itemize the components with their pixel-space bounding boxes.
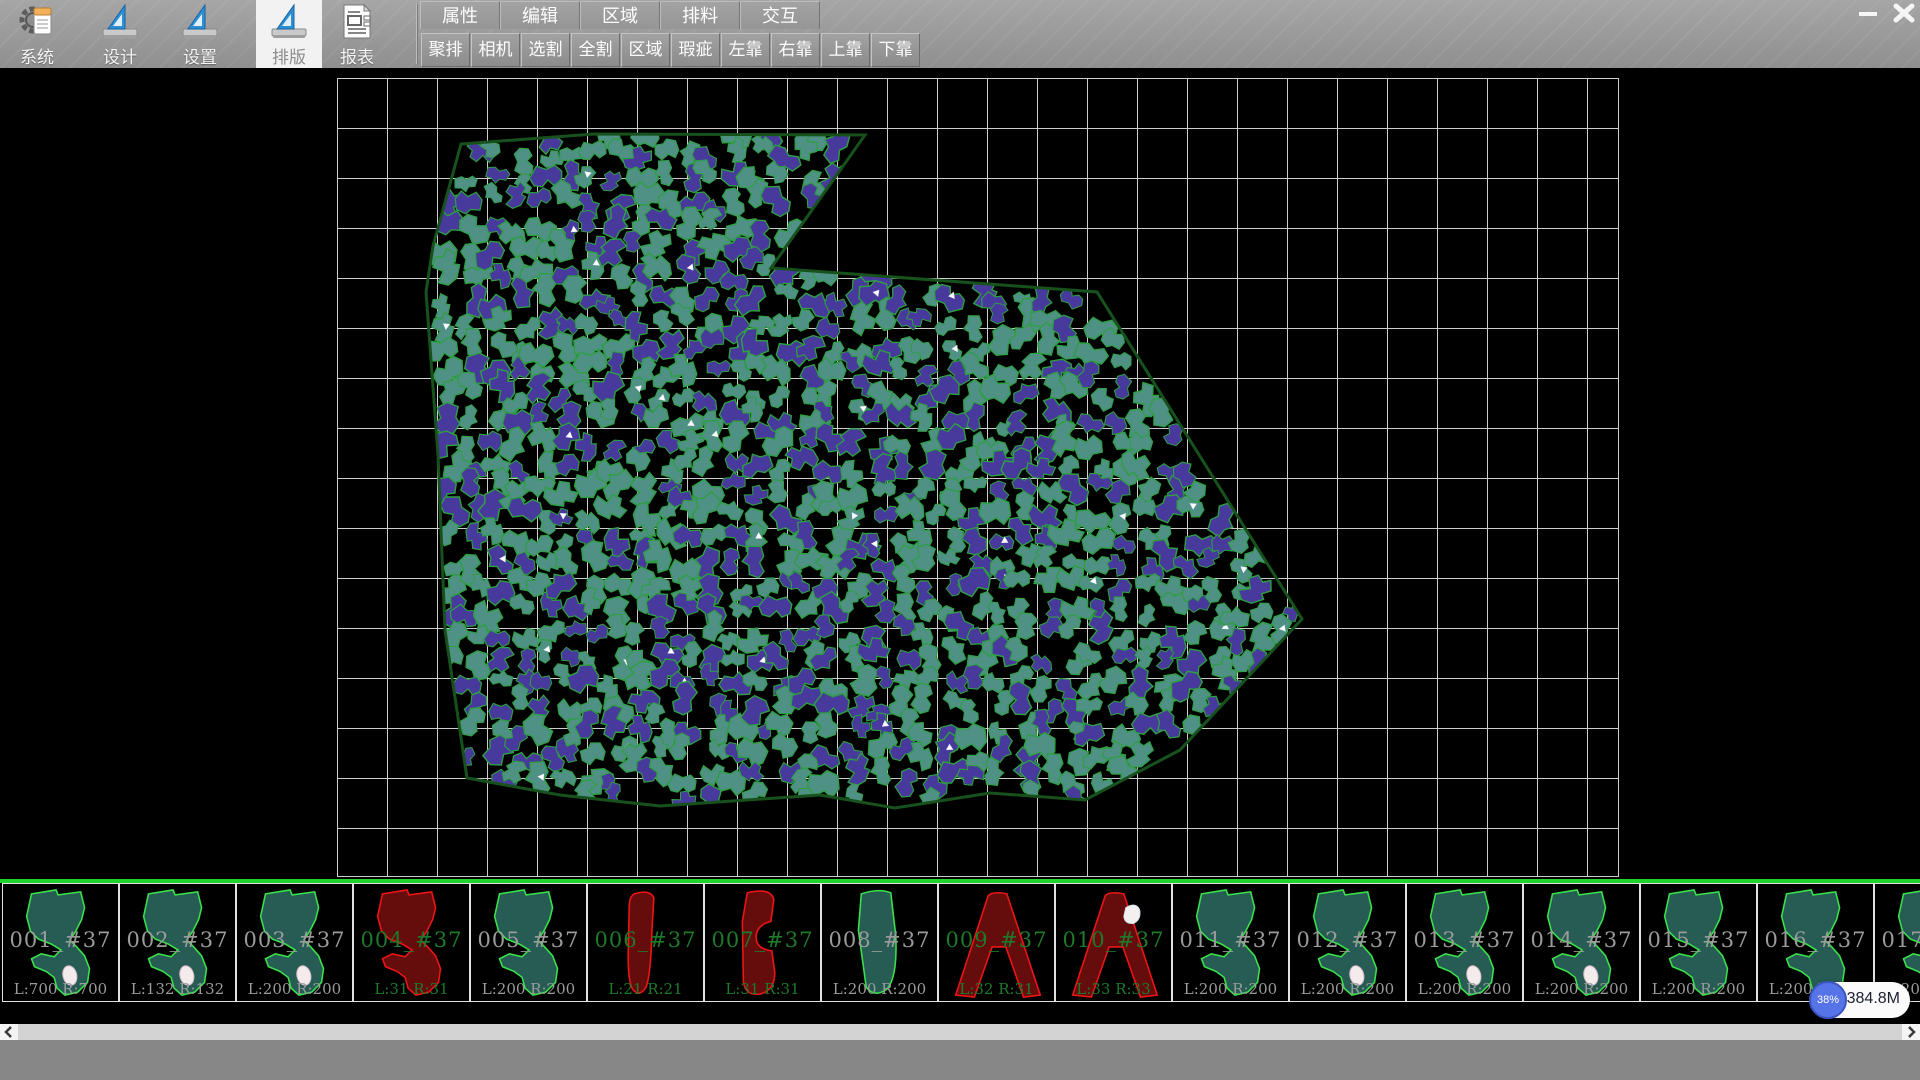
part-name: 011_#37	[1173, 928, 1288, 952]
nav-nesting[interactable]: 排版	[256, 0, 322, 68]
part-thumbnail-014_#37[interactable]: 014_#37 L:200 R:200	[1523, 883, 1640, 1002]
design-setsquare-icon	[87, 2, 153, 42]
leather-hide-nesting[interactable]	[0, 70, 1920, 879]
part-name: 006_#37	[588, 928, 703, 952]
part-name: 017_#37	[1875, 928, 1920, 952]
part-name: 012_#37	[1290, 928, 1405, 952]
tool-row: 聚排相机选割全割区域瑕疵左靠右靠上靠下靠	[421, 33, 921, 67]
nav-settings[interactable]: 设置	[167, 0, 233, 68]
system-gear-icon	[4, 2, 70, 42]
tool-region[interactable]: 区域	[621, 33, 670, 67]
progress-pill: 38% 384.8M	[1810, 982, 1910, 1018]
scroll-left-button[interactable]	[0, 1024, 18, 1040]
part-thumbnail-011_#37[interactable]: 011_#37 L:200 R:200	[1172, 883, 1289, 1002]
part-name: 003_#37	[237, 928, 352, 952]
part-lr-count: L:200 R:200	[1173, 980, 1288, 998]
toolbar-separator	[416, 4, 417, 64]
part-thumbnail-004_#37[interactable]: 004_#37 L:31 R:31	[353, 883, 470, 1002]
part-lr-count: L:700 R:700	[3, 980, 118, 998]
part-thumbnail-008_#37[interactable]: 008_#37 L:200 R:200	[821, 883, 938, 1002]
nav-label-settings: 设置	[167, 43, 233, 68]
part-thumbnail-001_#37[interactable]: 001_#37 L:700 R:700	[2, 883, 119, 1002]
part-name: 004_#37	[354, 928, 469, 952]
part-thumbnail-015_#37[interactable]: 015_#37 L:200 R:200	[1640, 883, 1757, 1002]
tool-align-left[interactable]: 左靠	[721, 33, 770, 67]
parts-scrollbar[interactable]	[0, 1024, 1920, 1040]
nav-system[interactable]: 系统	[4, 0, 70, 68]
menu-item-interact[interactable]: 交互	[740, 1, 820, 29]
nav-label-report: 报表	[324, 43, 390, 68]
memory-usage-label: 384.8M	[1847, 990, 1900, 1008]
menu-item-region[interactable]: 区域	[580, 1, 660, 29]
part-lr-count: L:200 R:200	[1524, 980, 1639, 998]
chevron-left-icon	[0, 1024, 18, 1040]
report-document-icon	[324, 2, 390, 42]
close-icon	[1888, 3, 1920, 23]
part-lr-count: L:32 R:31	[939, 980, 1054, 998]
tool-align-top[interactable]: 上靠	[821, 33, 870, 67]
tool-align-bottom[interactable]: 下靠	[871, 33, 920, 67]
part-thumbnail-010_#37[interactable]: 010_#37 L:33 R:33	[1055, 883, 1172, 1002]
part-name: 013_#37	[1407, 928, 1522, 952]
status-band	[0, 1040, 1920, 1080]
part-name: 014_#37	[1524, 928, 1639, 952]
part-lr-count: L:31 R:31	[354, 980, 469, 998]
nav-design[interactable]: 设计	[87, 0, 153, 68]
scroll-right-button[interactable]	[1902, 1024, 1920, 1040]
top-toolbar: 系统 设计 设置 排版	[0, 0, 1920, 70]
part-name: 009_#37	[939, 928, 1054, 952]
part-thumbnail-003_#37[interactable]: 003_#37 L:200 R:200	[236, 883, 353, 1002]
settings-setsquare-icon	[167, 2, 233, 42]
part-name: 001_#37	[3, 928, 118, 952]
tool-select-cut[interactable]: 选割	[521, 33, 570, 67]
part-lr-count: L:31 R:31	[705, 980, 820, 998]
tool-defect[interactable]: 瑕疵	[671, 33, 720, 67]
minimize-button[interactable]	[1852, 3, 1884, 23]
part-lr-count: L:132 R:132	[120, 980, 235, 998]
parts-thumbnail-strip: 001_#37 L:700 R:700 002_#37 L:132 R:132 …	[0, 883, 1920, 1004]
nav-label-system: 系统	[4, 43, 70, 68]
nesting-setsquare-icon	[256, 2, 322, 42]
part-thumbnail-009_#37[interactable]: 009_#37 L:32 R:31	[938, 883, 1055, 1002]
part-name: 016_#37	[1758, 928, 1873, 952]
part-thumbnail-012_#37[interactable]: 012_#37 L:200 R:200	[1289, 883, 1406, 1002]
menu-bar: 属性编辑区域排料交互	[420, 1, 820, 29]
tool-cut-all[interactable]: 全割	[571, 33, 620, 67]
progress-percent-badge: 38%	[1809, 981, 1847, 1019]
menu-item-properties[interactable]: 属性	[420, 1, 500, 29]
nav-label-design: 设计	[87, 43, 153, 68]
part-lr-count: L:200 R:200	[822, 980, 937, 998]
part-lr-count: L:200 R:200	[1641, 980, 1756, 998]
nesting-canvas[interactable]	[0, 70, 1920, 879]
part-lr-count: L:200 R:200	[1407, 980, 1522, 998]
part-lr-count: L:21 R:21	[588, 980, 703, 998]
part-thumbnail-006_#37[interactable]: 006_#37 L:21 R:21	[587, 883, 704, 1002]
nav-report[interactable]: 报表	[324, 0, 390, 68]
part-name: 007_#37	[705, 928, 820, 952]
minimize-icon	[1859, 12, 1877, 16]
part-lr-count: L:33 R:33	[1056, 980, 1171, 998]
part-thumbnail-002_#37[interactable]: 002_#37 L:132 R:132	[119, 883, 236, 1002]
tool-cluster-nest[interactable]: 聚排	[421, 33, 470, 67]
part-lr-count: L:200 R:200	[471, 980, 586, 998]
part-name: 015_#37	[1641, 928, 1756, 952]
part-name: 005_#37	[471, 928, 586, 952]
menu-item-edit[interactable]: 编辑	[500, 1, 580, 29]
nav-label-nesting: 排版	[256, 43, 322, 68]
part-lr-count: L:200 R:200	[1290, 980, 1405, 998]
menu-item-nest[interactable]: 排料	[660, 1, 740, 29]
part-thumbnail-005_#37[interactable]: 005_#37 L:200 R:200	[470, 883, 587, 1002]
tool-camera[interactable]: 相机	[471, 33, 520, 67]
part-name: 002_#37	[120, 928, 235, 952]
chevron-right-icon	[1902, 1024, 1920, 1040]
part-lr-count: L:200 R:200	[237, 980, 352, 998]
close-button[interactable]	[1888, 3, 1920, 23]
part-name: 008_#37	[822, 928, 937, 952]
tool-align-right[interactable]: 右靠	[771, 33, 820, 67]
part-thumbnail-013_#37[interactable]: 013_#37 L:200 R:200	[1406, 883, 1523, 1002]
part-name: 010_#37	[1056, 928, 1171, 952]
part-thumbnail-007_#37[interactable]: 007_#37 L:31 R:31	[704, 883, 821, 1002]
